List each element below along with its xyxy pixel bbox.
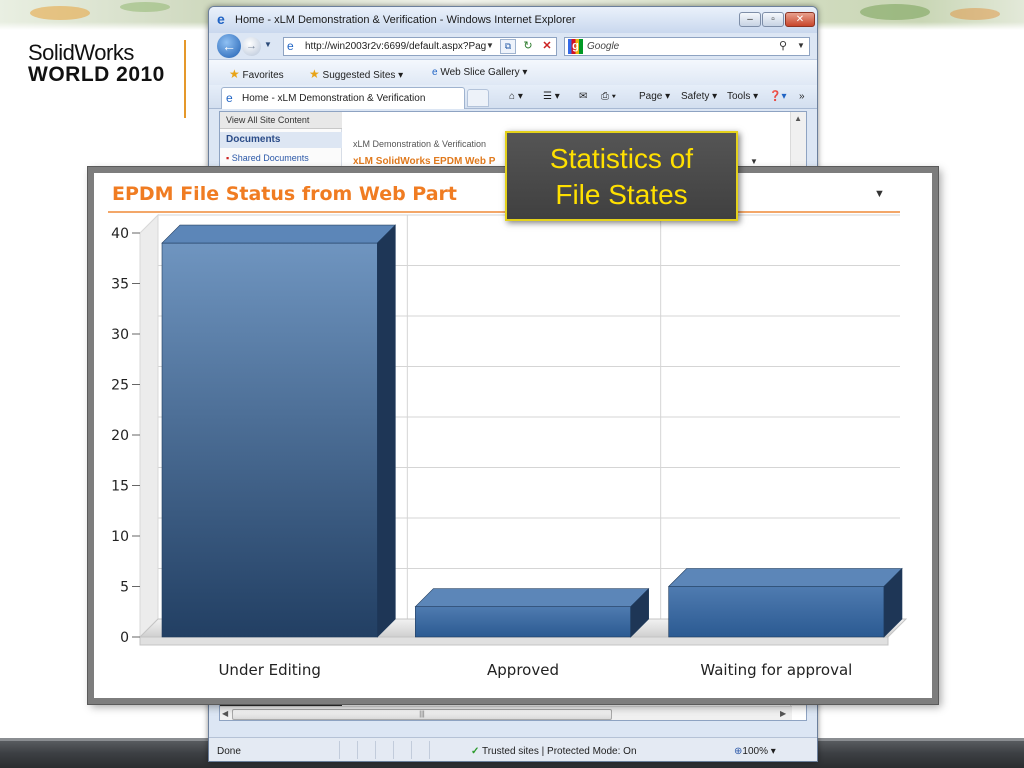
status-text: Done — [217, 746, 241, 757]
address-text[interactable]: http://win2003r2v:6699/default.aspx?Pag — [305, 41, 486, 52]
paint-splash-decoration — [30, 6, 90, 20]
paint-splash-decoration — [120, 2, 170, 12]
x-tick-label: Under Editing — [218, 661, 320, 679]
back-icon[interactable]: ← — [217, 34, 241, 58]
stop-icon[interactable]: ✕ — [539, 39, 555, 54]
suggested-sites-label: Suggested Sites ▾ — [322, 70, 404, 81]
y-tick-label: 10 — [111, 529, 129, 545]
y-tick-label: 5 — [120, 580, 129, 596]
minimize-button[interactable]: – — [739, 12, 761, 27]
page-menu[interactable]: Page ▾ — [639, 91, 670, 102]
tools-menu[interactable]: Tools ▾ — [727, 91, 758, 102]
logo-divider — [184, 40, 186, 118]
tab-bar: e Home - xLM Demonstration & Verificatio… — [209, 85, 817, 109]
paint-splash-decoration — [860, 4, 930, 20]
chevron-more-icon[interactable]: » — [799, 91, 805, 102]
y-tick-label: 25 — [111, 378, 129, 394]
tab-home[interactable]: e Home - xLM Demonstration & Verificatio… — [221, 87, 465, 109]
search-box[interactable]: g Google ⚲ ▼ — [564, 37, 810, 56]
window-title: Home - xLM Demonstration & Verification … — [235, 14, 576, 26]
status-bar: Done ✓ Trusted sites | Protected Mode: O… — [209, 737, 817, 761]
favorites-bar: ★ Favorites ★ Suggested Sites ▾ e Web Sl… — [209, 59, 817, 85]
webpart-menu-icon[interactable]: ▼ — [750, 157, 758, 166]
compatibility-view-icon[interactable]: ⧉ — [500, 39, 516, 54]
callout-line1: Statistics of — [549, 143, 694, 174]
view-all-site-content-link[interactable]: View All Site Content — [220, 112, 342, 129]
callout-statistics: Statistics of File States — [505, 131, 738, 221]
feeds-icon[interactable]: ☰ ▾ — [543, 91, 560, 102]
scroll-up-icon[interactable]: ▲ — [794, 114, 802, 123]
search-icon[interactable]: ⚲ — [779, 39, 787, 52]
web-slice-label: Web Slice Gallery ▾ — [440, 67, 528, 78]
bar — [161, 242, 378, 638]
address-bar[interactable]: e http://win2003r2v:6699/default.aspx?Pa… — [283, 37, 557, 56]
y-tick-label: 35 — [111, 277, 129, 293]
solidworks-world-logo: SolidWorks WORLD 2010 — [28, 42, 178, 86]
breadcrumb: xLM Demonstration & Verification — [353, 139, 487, 149]
bar-top — [667, 568, 903, 587]
page-icon: e — [287, 39, 294, 53]
paint-splash-decoration — [950, 8, 1000, 20]
chart-left-wall — [139, 213, 159, 639]
horizontal-scrollbar[interactable]: ◀ ||| ▶ — [220, 706, 792, 720]
history-dropdown-icon[interactable]: ▼ — [264, 40, 272, 49]
web-slice-gallery-link[interactable]: e Web Slice Gallery ▾ — [432, 67, 527, 78]
zoom-level[interactable]: ⊕100% ▾ — [734, 746, 776, 757]
new-tab-button[interactable] — [467, 89, 489, 107]
star-icon: ★ — [229, 67, 240, 81]
favorites-label: Favorites — [242, 70, 284, 81]
print-icon[interactable]: ⎙ ▾ — [601, 91, 616, 102]
security-zone[interactable]: ✓ Trusted sites | Protected Mode: On — [471, 746, 637, 757]
favorites-button[interactable]: ★ Favorites — [229, 67, 284, 81]
google-icon: g — [568, 39, 583, 54]
help-icon[interactable]: ❓▾ — [769, 91, 786, 102]
chart-panel: EPDM File Status from Web Part ▼ 0 5 10 15 2… — [88, 167, 938, 704]
checkmark-icon: ✓ — [471, 746, 480, 757]
suggested-sites-link[interactable]: ★ Suggested Sites ▾ — [309, 67, 403, 81]
bar — [415, 606, 631, 638]
x-tick-label: Waiting for approval — [700, 661, 852, 679]
y-tick-label: 20 — [111, 428, 129, 444]
shared-documents-link[interactable]: Shared Documents — [226, 153, 309, 163]
maximize-button[interactable]: ▫ — [762, 12, 784, 27]
ie-tab-icon: e — [226, 91, 233, 105]
safety-menu[interactable]: Safety ▾ — [681, 91, 717, 102]
bar — [668, 586, 885, 638]
mail-icon[interactable]: ✉ — [579, 91, 587, 102]
search-dropdown-icon[interactable]: ▼ — [797, 41, 805, 50]
ie-page-icon: e — [432, 67, 438, 78]
bar-top — [414, 588, 650, 608]
chart-floor-edge — [139, 636, 889, 646]
scroll-thumb[interactable]: ||| — [232, 709, 612, 720]
bar-side — [377, 224, 396, 638]
security-zone-label: Trusted sites | Protected Mode: On — [482, 746, 637, 757]
bar-chart: 0 5 10 15 20 25 30 35 40 Under Editing Approved Wai… — [111, 213, 908, 679]
x-tick-label: Approved — [487, 661, 559, 679]
y-tick-label: 15 — [111, 479, 129, 495]
callout-line2: File States — [555, 179, 688, 210]
close-button[interactable]: ✕ — [785, 12, 815, 27]
add-favorite-icon: ★ — [309, 67, 320, 81]
scroll-left-icon[interactable]: ◀ — [222, 709, 228, 718]
logo-line1: SolidWorks — [28, 40, 134, 65]
bar-top — [161, 224, 397, 244]
documents-heading[interactable]: Documents — [220, 132, 342, 148]
refresh-icon[interactable]: ↻ — [520, 39, 536, 54]
status-panes — [339, 741, 459, 759]
tab-label: Home - xLM Demonstration & Verification — [242, 93, 426, 104]
zoom-label: 100% — [742, 746, 768, 757]
forward-icon[interactable]: → — [242, 37, 261, 56]
ie-icon: e — [217, 11, 225, 27]
scroll-right-icon[interactable]: ▶ — [780, 709, 786, 718]
y-tick-label: 30 — [111, 327, 129, 343]
logo-line2: WORLD 2010 — [28, 63, 165, 86]
y-tick-label: 40 — [111, 226, 129, 242]
y-tick-label: 0 — [120, 630, 129, 646]
ie-titlebar: e Home - xLM Demonstration & Verificatio… — [209, 7, 817, 33]
search-placeholder[interactable]: Google — [587, 41, 619, 52]
address-row: ← → ▼ e http://win2003r2v:6699/default.a… — [209, 33, 817, 59]
address-dropdown-icon[interactable]: ▼ — [486, 41, 494, 50]
home-icon[interactable]: ⌂ ▾ — [509, 91, 523, 102]
